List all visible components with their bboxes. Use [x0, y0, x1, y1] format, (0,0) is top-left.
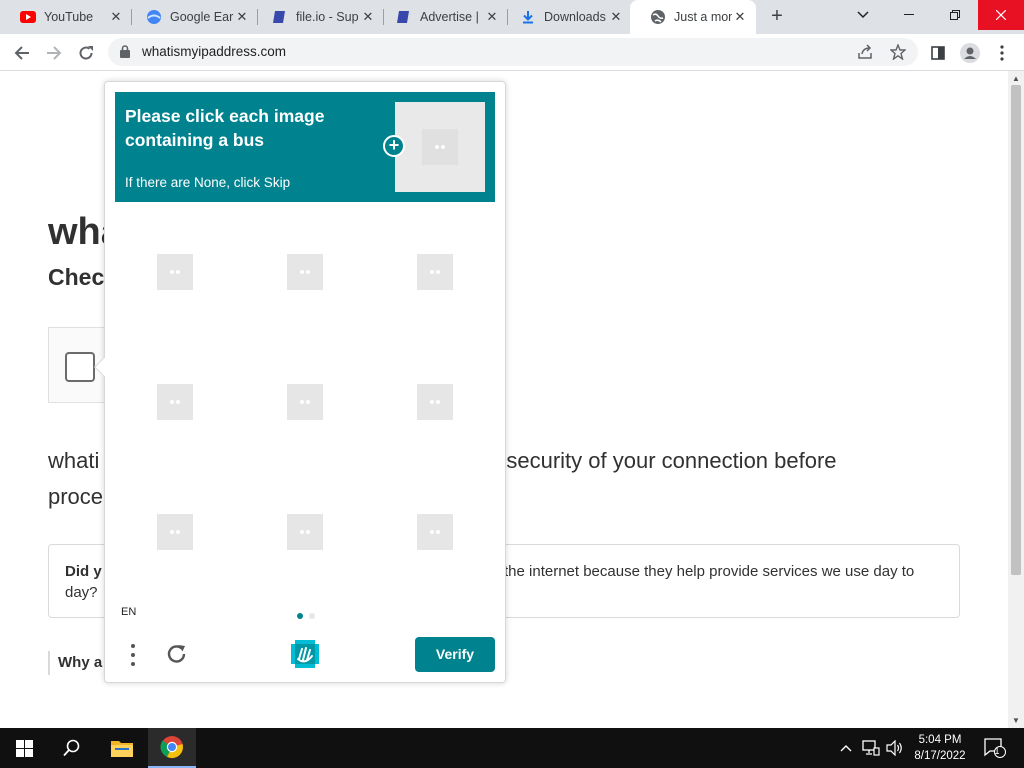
paragraph-text: whati — [48, 448, 100, 473]
scroll-up-arrow-icon[interactable]: ▲ — [1012, 74, 1020, 83]
image-placeholder-icon — [417, 514, 453, 550]
expand-example-icon[interactable]: + — [383, 135, 405, 157]
scroll-down-arrow-icon[interactable]: ▼ — [1012, 716, 1020, 725]
share-icon[interactable] — [857, 44, 873, 60]
prompt-text: Please click each image containing a bus — [125, 106, 325, 150]
globe-icon — [650, 9, 666, 25]
clock-time: 5:04 PM — [918, 734, 962, 746]
windows-start-icon[interactable] — [0, 728, 48, 768]
close-tab-icon[interactable]: ✕ — [484, 9, 500, 25]
file-io-icon — [272, 9, 288, 25]
captcha-tile[interactable] — [245, 467, 375, 597]
refresh-challenge-icon[interactable] — [165, 642, 189, 666]
download-icon — [520, 9, 536, 25]
new-tab-button[interactable]: + — [764, 5, 790, 29]
close-tab-icon[interactable]: ✕ — [360, 9, 376, 25]
captcha-tile[interactable] — [375, 207, 505, 337]
url-text[interactable]: whatismyipaddress.com — [142, 44, 286, 59]
captcha-prompt: Please click each image containing a bus… — [115, 92, 495, 202]
prompt-subtext: If there are None, click Skip — [125, 175, 291, 190]
tab-title: Downloads — [544, 10, 606, 24]
why-heading[interactable]: Why a — [48, 651, 102, 675]
tab-youtube[interactable]: YouTube ✕ — [0, 0, 132, 34]
minimize-button[interactable] — [886, 0, 932, 30]
captcha-challenge: Please click each image containing a bus… — [94, 81, 506, 683]
more-options-icon[interactable] — [129, 644, 137, 666]
captcha-tile[interactable] — [375, 467, 505, 597]
tab-advertise[interactable]: Advertise | ✕ — [376, 0, 508, 34]
close-tab-icon[interactable]: ✕ — [608, 9, 624, 25]
info-text: day? — [65, 584, 98, 601]
image-placeholder-icon — [157, 514, 193, 550]
info-text: the internet because they help provide s… — [504, 563, 915, 580]
page-scrollbar[interactable]: ▲ ▼ — [1008, 71, 1024, 728]
tab-downloads[interactable]: Downloads ✕ — [500, 0, 632, 34]
taskbar-clock[interactable]: 5:04 PM 8/17/2022 — [906, 732, 974, 764]
close-tab-icon[interactable]: ✕ — [234, 9, 250, 25]
captcha-image-grid — [115, 207, 505, 597]
tab-google-earth[interactable]: Google Ear ✕ — [126, 0, 258, 34]
captcha-tile[interactable] — [115, 337, 245, 467]
back-button[interactable] — [8, 39, 36, 67]
page-dot — [309, 613, 315, 619]
info-heading: Did y — [65, 563, 102, 580]
google-earth-icon — [146, 9, 162, 25]
image-placeholder-icon — [417, 384, 453, 420]
forward-button[interactable] — [40, 39, 68, 67]
chrome-taskbar-icon[interactable] — [148, 728, 196, 768]
image-placeholder-icon — [287, 384, 323, 420]
clock-date: 8/17/2022 — [914, 750, 966, 762]
image-placeholder-icon — [287, 254, 323, 290]
example-image[interactable] — [395, 102, 485, 192]
paragraph-text: e security of your connection before — [488, 448, 837, 473]
page-dot-active — [297, 613, 303, 619]
tab-title: Just a mom — [674, 10, 732, 24]
windows-taskbar: 5:04 PM 8/17/2022 1 — [0, 728, 1024, 768]
volume-icon[interactable] — [884, 728, 906, 768]
tab-title: Google Ear — [170, 10, 234, 24]
show-hidden-icons-chevron-icon[interactable] — [838, 728, 854, 768]
image-placeholder-icon — [157, 384, 193, 420]
image-placeholder-icon — [417, 254, 453, 290]
scrollbar-thumb[interactable] — [1011, 85, 1021, 575]
challenge-checkbox[interactable] — [65, 352, 95, 382]
search-icon[interactable] — [48, 728, 96, 768]
image-placeholder-icon — [287, 514, 323, 550]
image-placeholder-icon — [157, 254, 193, 290]
close-tab-icon[interactable]: ✕ — [108, 9, 124, 25]
restore-button[interactable] — [932, 0, 978, 30]
language-selector[interactable]: EN — [121, 606, 136, 618]
close-tab-icon[interactable]: ✕ — [732, 9, 748, 25]
address-bar[interactable]: whatismyipaddress.com — [108, 38, 918, 66]
bookmark-star-icon[interactable] — [889, 43, 907, 61]
tab-just-a-moment[interactable]: Just a mom ✕ — [630, 0, 756, 34]
hcaptcha-logo-icon[interactable] — [289, 638, 321, 670]
captcha-tile[interactable] — [115, 207, 245, 337]
advertise-icon — [396, 9, 412, 25]
lock-icon[interactable] — [120, 45, 130, 63]
close-window-button[interactable] — [978, 0, 1024, 30]
captcha-tile[interactable] — [245, 337, 375, 467]
paragraph-text: proce — [48, 484, 104, 509]
captcha-tile[interactable] — [375, 337, 505, 467]
tab-strip: YouTube ✕ Google Ear ✕ file.io - Sup ✕ A… — [0, 0, 1024, 34]
tab-file-io[interactable]: file.io - Sup ✕ — [252, 0, 384, 34]
tab-title: YouTube — [44, 10, 94, 24]
tab-search-chevron-icon[interactable] — [840, 0, 886, 30]
notifications-icon[interactable]: 1 — [980, 728, 1010, 768]
profile-avatar-icon[interactable] — [956, 39, 984, 67]
chrome-menu-icon[interactable] — [988, 39, 1016, 67]
youtube-icon — [20, 9, 36, 25]
verify-button[interactable]: Verify — [415, 637, 495, 672]
side-panel-icon[interactable] — [924, 39, 952, 67]
tab-title: Advertise | — [420, 10, 479, 24]
tab-title: file.io - Sup — [296, 10, 359, 24]
captcha-tile[interactable] — [245, 207, 375, 337]
network-icon[interactable] — [860, 728, 882, 768]
notification-count: 1 — [994, 746, 1000, 756]
reload-button[interactable] — [72, 39, 100, 67]
browser-toolbar: whatismyipaddress.com — [0, 34, 1024, 71]
file-explorer-icon[interactable] — [98, 728, 146, 768]
captcha-tile[interactable] — [115, 467, 245, 597]
